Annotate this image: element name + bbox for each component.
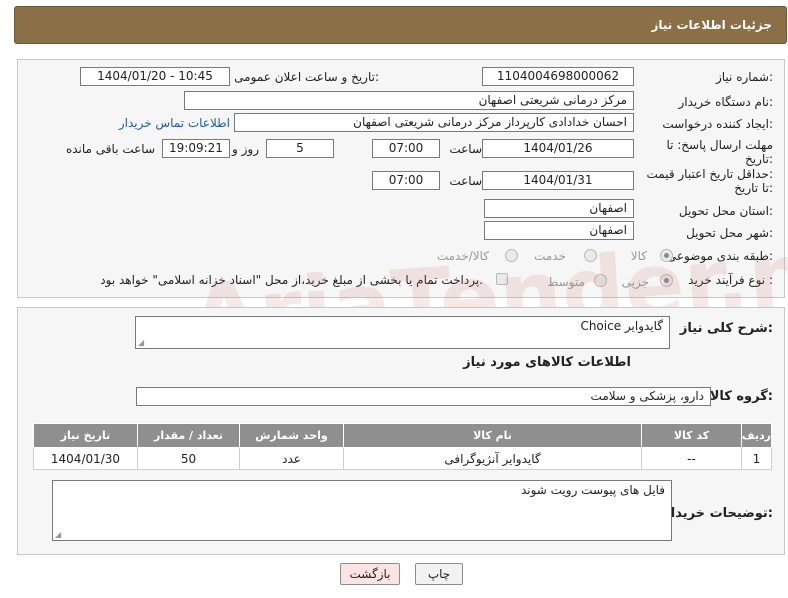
process-minor-label: جزیی <box>621 275 649 289</box>
goods-group-label: گروه کالا: <box>709 389 773 404</box>
cell-date: 1404/01/30 <box>33 447 138 470</box>
col-name-header: نام کالا <box>343 423 642 448</box>
page-title: جزئیات اطلاعات نیاز <box>651 18 772 32</box>
process-medium-radio[interactable] <box>594 274 607 287</box>
validity-label: حداقل تاریخ اعتبار قیمت: <box>646 167 773 181</box>
col-unit-header: واحد شمارش <box>239 423 344 448</box>
process-minor-radio[interactable] <box>660 274 673 287</box>
category-service-label: خدمت <box>534 249 566 263</box>
remaining-time-field: 19:09:21 <box>162 139 230 158</box>
cell-unit: عدد <box>239 447 344 470</box>
deadline-time-label: ساعت <box>449 142 482 156</box>
treasury-payment-checkbox[interactable] <box>496 273 508 285</box>
buyer-notes-text: فایل های پیوست رویت شوند <box>520 483 665 497</box>
announce-datetime-field: 1404/01/20 - 10:45 <box>80 67 230 86</box>
print-button[interactable]: چاپ <box>415 563 463 585</box>
validity-time-label: ساعت <box>449 174 482 188</box>
category-goods-label: کالا <box>630 249 647 263</box>
buyer-contact-link[interactable]: اطلاعات تماس خریدار <box>119 116 230 130</box>
validity-date-field: 1404/01/31 <box>482 171 634 190</box>
need-description-label: شرح کلی نیاز: <box>679 321 773 336</box>
process-type-label: نوع فرآیند خرید : <box>688 273 773 287</box>
category-goods-service-radio[interactable] <box>505 249 518 262</box>
category-label: طبقه بندی موضوعی: <box>666 249 773 263</box>
category-goods-radio[interactable] <box>660 249 673 262</box>
treasury-payment-note: پرداخت تمام یا بخشی از مبلغ خرید،از محل … <box>100 273 483 287</box>
need-number-label: شماره نیاز: <box>715 70 773 84</box>
col-code-header: کد کالا <box>641 423 742 448</box>
col-row-header: ردیف <box>741 423 772 448</box>
province-label: استان محل تحویل: <box>678 204 773 218</box>
page-header: جزئیات اطلاعات نیاز <box>14 6 787 44</box>
deadline-label-date: تاریخ: <box>745 152 773 166</box>
buyer-notes-label: توضیحات خریدار: <box>663 506 773 521</box>
cell-qty: 50 <box>137 447 240 470</box>
validity-label-date: تا تاریخ: <box>734 181 773 195</box>
days-remaining-field: 5 <box>266 139 334 158</box>
col-qty-header: تعداد / مقدار <box>137 423 240 448</box>
buyer-notes-field: فایل های پیوست رویت شوند ◢ <box>52 480 672 541</box>
process-medium-label: متوسط <box>547 275 585 289</box>
deadline-time-field: 07:00 <box>372 139 440 158</box>
need-description-field: گایدوایر Choice ◢ <box>135 316 670 349</box>
need-number-field: 1104004698000062 <box>482 67 634 86</box>
category-service-radio[interactable] <box>584 249 597 262</box>
deadline-date-field: 1404/01/26 <box>482 139 634 158</box>
deadline-label: مهلت ارسال پاسخ: تا <box>666 138 773 152</box>
goods-table: ردیف کد کالا نام کالا واحد شمارش تعداد /… <box>33 423 772 470</box>
goods-group-field: دارو، پزشکی و سلامت <box>136 387 711 406</box>
resize-handle-icon: ◢ <box>55 530 62 539</box>
col-date-header: تاریخ نیاز <box>33 423 138 448</box>
city-field: اصفهان <box>484 221 634 240</box>
category-goods-service-label: کالا/خدمت <box>436 249 489 263</box>
creator-label: ایجاد کننده درخواست: <box>662 117 773 131</box>
buyer-org-label: نام دستگاه خریدار: <box>678 95 774 109</box>
resize-handle-icon: ◢ <box>138 338 145 347</box>
announce-datetime-label: تاریخ و ساعت اعلان عمومی: <box>234 70 379 84</box>
buyer-org-field: مرکز درمانی شریعتی اصفهان <box>184 91 634 110</box>
table-row: 1 -- گایدوایر آنژیوگرافی عدد 50 1404/01/… <box>33 447 772 470</box>
need-description-text: گایدوایر Choice <box>580 319 663 333</box>
back-button[interactable]: بازگشت <box>340 563 400 585</box>
validity-time-field: 07:00 <box>372 171 440 190</box>
days-label: روز و <box>232 142 259 156</box>
city-label: شهر محل تحویل: <box>686 226 773 240</box>
cell-name: گایدوایر آنژیوگرافی <box>343 447 642 470</box>
table-header-row: ردیف کد کالا نام کالا واحد شمارش تعداد /… <box>33 423 772 448</box>
goods-info-title: اطلاعات کالاهای مورد نیاز <box>463 355 631 370</box>
creator-field: احسان خدادادی کارپرداز مرکز درمانی شریعت… <box>234 113 634 132</box>
cell-row: 1 <box>741 447 772 470</box>
remaining-time-label: ساعت باقی مانده <box>65 142 155 156</box>
province-field: اصفهان <box>484 199 634 218</box>
cell-code: -- <box>641 447 742 470</box>
